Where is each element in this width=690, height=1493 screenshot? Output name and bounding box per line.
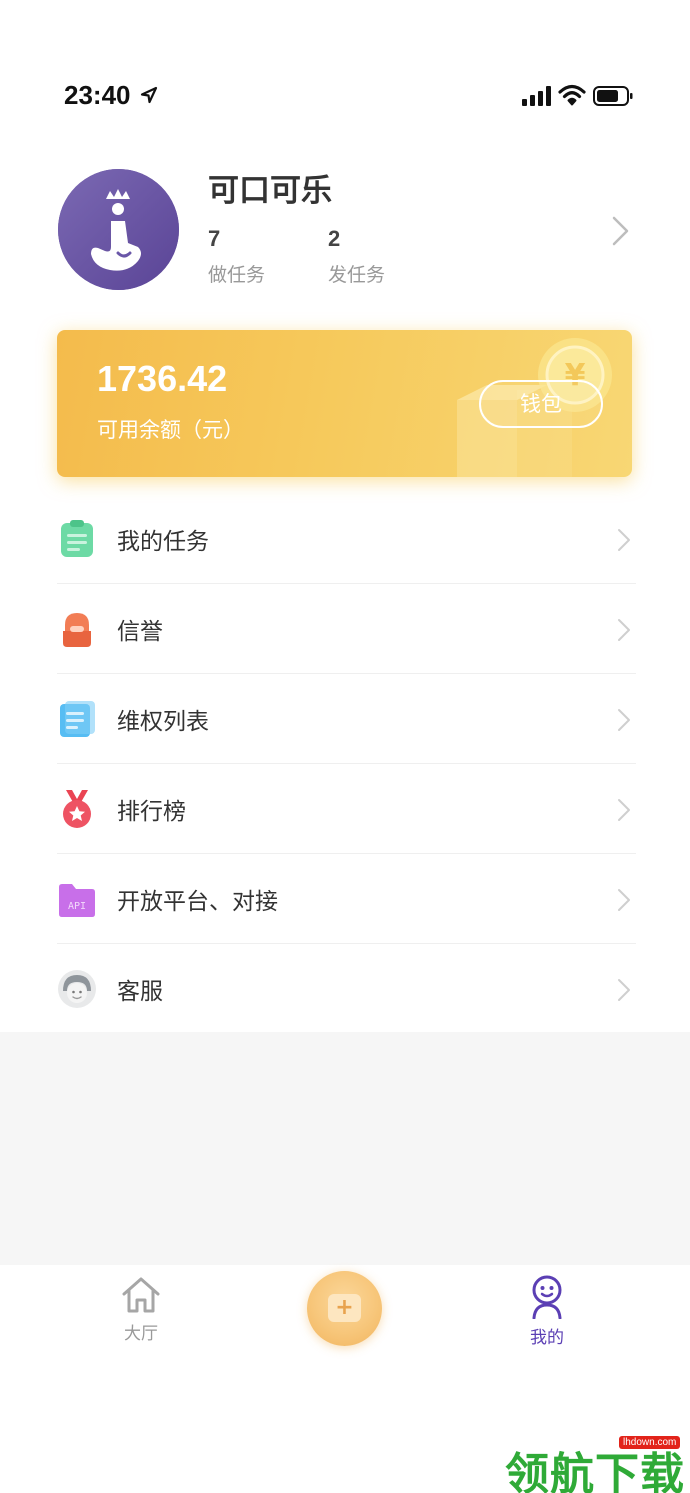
menu-item-complaints[interactable]: 维权列表 <box>0 674 690 764</box>
chevron-right-icon <box>618 709 630 731</box>
medal-icon <box>63 790 91 828</box>
location-arrow-icon <box>140 86 158 104</box>
home-icon <box>122 1277 160 1313</box>
avatar[interactable] <box>58 169 179 290</box>
person-icon <box>532 1275 562 1319</box>
wallet-button[interactable]: 钱包 <box>479 380 603 428</box>
wifi-icon <box>558 84 586 106</box>
balance-label: 可用余额（元） <box>97 418 244 442</box>
clipboard-icon <box>61 520 93 557</box>
svg-text:API: API <box>68 901 86 912</box>
menu-label: 开放平台、对接 <box>117 889 278 915</box>
tab-home[interactable]: 大厅 <box>91 1275 191 1344</box>
status-time: 23:40 <box>64 80 131 110</box>
menu-item-reputation[interactable]: 信誉 <box>0 584 690 674</box>
document-icon <box>60 701 95 737</box>
tab-label: 大厅 <box>124 1324 158 1344</box>
menu-item-my-tasks[interactable]: 我的任务 <box>0 494 690 584</box>
backpack-icon <box>63 613 91 647</box>
chevron-right-icon[interactable] <box>610 214 632 248</box>
username: 可口可乐 <box>208 173 332 209</box>
stat-value: 2 <box>328 226 341 251</box>
publish-task-button[interactable]: + <box>307 1271 382 1346</box>
menu-item-customer-service[interactable]: 客服 <box>0 944 690 1034</box>
stat-tasks-done[interactable]: 7 做任务 <box>208 226 308 287</box>
menu-label: 我的任务 <box>117 529 209 555</box>
stat-value: 7 <box>208 226 221 251</box>
chevron-right-icon <box>618 889 630 911</box>
chevron-right-icon <box>618 799 630 821</box>
cellular-signal-icon <box>522 86 551 106</box>
tab-mine[interactable]: 我的 <box>497 1275 597 1348</box>
stat-label: 发任务 <box>328 264 386 286</box>
menu-list: 我的任务 信誉 维权列表 排行榜 API 开放平台、对接 客服 <box>0 494 690 1034</box>
chevron-right-icon <box>618 619 630 641</box>
chevron-right-icon <box>618 529 630 551</box>
watermark-url: lhdown.com <box>619 1436 681 1449</box>
menu-label: 信誉 <box>117 619 163 645</box>
status-bar: 23:40 <box>0 0 690 130</box>
menu-item-open-platform[interactable]: API 开放平台、对接 <box>0 854 690 944</box>
menu-label: 维权列表 <box>117 709 209 735</box>
balance-amount: 1736.42 <box>97 358 228 399</box>
battery-icon <box>593 86 633 106</box>
customer-service-icon <box>58 970 96 1008</box>
menu-item-leaderboard[interactable]: 排行榜 <box>0 764 690 854</box>
balance-card[interactable]: ¥ ¥ 1736.42 可用余额（元） 钱包 <box>57 330 632 477</box>
api-folder-icon: API <box>59 884 95 917</box>
plus-icon: + <box>328 1294 361 1322</box>
app-logo-icon <box>58 169 179 290</box>
menu-label: 排行榜 <box>117 799 186 825</box>
chevron-right-icon <box>618 979 630 1001</box>
watermark: 领航下载 lhdown.com <box>505 1432 690 1493</box>
stat-label: 做任务 <box>208 264 266 286</box>
stat-tasks-posted[interactable]: 2 发任务 <box>328 226 428 287</box>
tab-label: 我的 <box>530 1328 564 1348</box>
menu-label: 客服 <box>117 979 163 1005</box>
empty-area <box>0 1032 690 1265</box>
